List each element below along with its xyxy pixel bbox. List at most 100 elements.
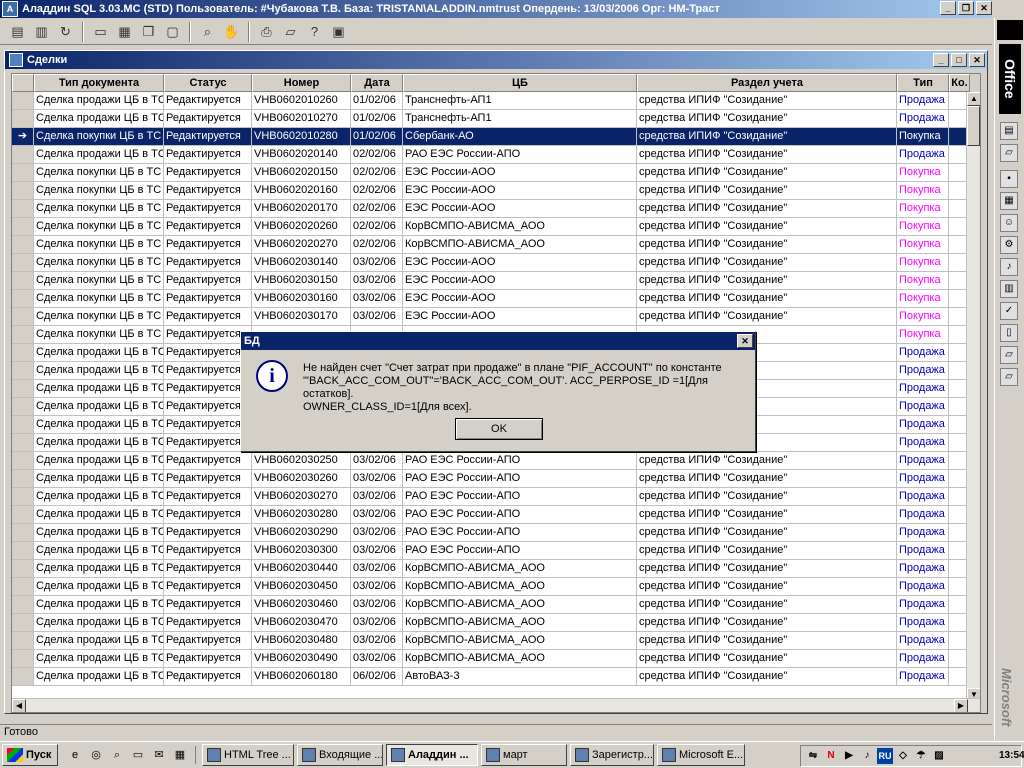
cell-kind[interactable]: Покупка: [897, 128, 949, 145]
cell-kind[interactable]: Покупка: [897, 182, 949, 199]
cell-status[interactable]: Редактируется: [164, 596, 252, 613]
column-header-doc-type[interactable]: Тип документа: [34, 74, 164, 92]
cell-date[interactable]: 02/02/06: [351, 218, 403, 235]
cell-doc-type[interactable]: Сделка продажи ЦБ в ТС: [34, 146, 164, 163]
cell-number[interactable]: VHB0602030290: [252, 524, 351, 541]
cell-account-section[interactable]: средства ИПИФ "Созидание": [637, 452, 897, 469]
table-row[interactable]: Сделка продажи ЦБ в ТС Редактируется VHB06…: [12, 470, 970, 488]
row-indicator[interactable]: [12, 542, 34, 559]
cell-date[interactable]: 03/02/06: [351, 470, 403, 487]
cell-doc-type[interactable]: Сделка покупки ЦБ в ТС: [34, 218, 164, 235]
cell-status[interactable]: Редактируется: [164, 110, 252, 127]
cell-security[interactable]: ЕЭС России-АОО: [403, 308, 637, 325]
cell-date[interactable]: 03/02/06: [351, 272, 403, 289]
cell-number[interactable]: VHB0602030280: [252, 506, 351, 523]
cell-security[interactable]: КорВСМПО-АВИСМА_АОО: [403, 650, 637, 667]
cell-doc-type[interactable]: Сделка продажи ЦБ в ТС: [34, 560, 164, 577]
cell-date[interactable]: 01/02/06: [351, 110, 403, 127]
cell-kind[interactable]: Продажа: [897, 650, 949, 667]
cell-status[interactable]: Редактируется: [164, 560, 252, 577]
cell-security[interactable]: КорВСМПО-АВИСМА_АОО: [403, 236, 637, 253]
cell-status[interactable]: Редактируется: [164, 290, 252, 307]
mdi-maximize-button[interactable]: □: [951, 53, 967, 67]
row-indicator[interactable]: [12, 92, 34, 109]
cell-date[interactable]: 03/02/06: [351, 254, 403, 271]
row-indicator[interactable]: ➔: [12, 128, 34, 145]
scroll-left-button[interactable]: ◀: [12, 699, 26, 712]
cell-security[interactable]: Сбербанк-АО: [403, 128, 637, 145]
table-row[interactable]: Сделка продажи ЦБ в ТС Редактируется VHB06…: [12, 488, 970, 506]
table-row[interactable]: Сделка покупки ЦБ в ТС Редактируется VHB06…: [12, 308, 970, 326]
cell-date[interactable]: 03/02/06: [351, 524, 403, 541]
cell-kind[interactable]: Покупка: [897, 164, 949, 181]
row-indicator[interactable]: [12, 614, 34, 631]
row-indicator[interactable]: [12, 290, 34, 307]
cell-number[interactable]: VHB0602030300: [252, 542, 351, 559]
cell-number[interactable]: VHB0602010270: [252, 110, 351, 127]
cell-status[interactable]: Редактируется: [164, 632, 252, 649]
cell-account-section[interactable]: средства ИПИФ "Созидание": [637, 146, 897, 163]
minimize-button[interactable]: _: [940, 1, 956, 15]
tray-app2-icon[interactable]: ☂: [913, 748, 929, 764]
cell-account-section[interactable]: средства ИПИФ "Созидание": [637, 578, 897, 595]
cell-account-section[interactable]: средства ИПИФ "Созидание": [637, 164, 897, 181]
desktop-icon[interactable]: ▭: [129, 746, 147, 764]
cell-kind[interactable]: Продажа: [897, 380, 949, 397]
cell-doc-type[interactable]: Сделка продажи ЦБ в ТС: [34, 362, 164, 379]
cell-security[interactable]: ЕЭС России-АОО: [403, 200, 637, 217]
deals-window-title-bar[interactable]: Сделки _ □ ✕: [5, 51, 987, 69]
cell-kind[interactable]: Продажа: [897, 560, 949, 577]
outlook-icon[interactable]: ◎: [87, 746, 105, 764]
office-folder2-icon[interactable]: ▱: [1000, 346, 1018, 364]
cell-date[interactable]: 03/02/06: [351, 488, 403, 505]
cell-date[interactable]: 03/02/06: [351, 596, 403, 613]
cell-number[interactable]: VHB0602020270: [252, 236, 351, 253]
table-row[interactable]: Сделка продажи ЦБ в ТС Редактируется VHB06…: [12, 632, 970, 650]
cascade-icon[interactable]: ❐: [137, 21, 160, 43]
cell-doc-type[interactable]: Сделка продажи ЦБ в ТС: [34, 650, 164, 667]
cell-status[interactable]: Редактируется: [164, 218, 252, 235]
calculator-icon[interactable]: ▣: [327, 21, 350, 43]
table-row[interactable]: Сделка покупки ЦБ в ТС Редактируется VHB06…: [12, 290, 970, 308]
row-indicator[interactable]: [12, 110, 34, 127]
cell-kind[interactable]: Продажа: [897, 416, 949, 433]
cell-security[interactable]: КорВСМПО-АВИСМА_АОО: [403, 560, 637, 577]
cell-doc-type[interactable]: Сделка продажи ЦБ в ТС: [34, 92, 164, 109]
search-icon[interactable]: ⌕: [108, 746, 126, 764]
cell-status[interactable]: Редактируется: [164, 578, 252, 595]
cell-status[interactable]: Редактируется: [164, 254, 252, 271]
cell-date[interactable]: 03/02/06: [351, 578, 403, 595]
table-row[interactable]: Сделка покупки ЦБ в ТС Редактируется VHB06…: [12, 164, 970, 182]
row-indicator[interactable]: [12, 632, 34, 649]
table-row[interactable]: Сделка продажи ЦБ в ТС Редактируется VHB06…: [12, 650, 970, 668]
row-indicator[interactable]: [12, 146, 34, 163]
row-indicator[interactable]: [12, 524, 34, 541]
cell-date[interactable]: 03/02/06: [351, 560, 403, 577]
column-header-indicator[interactable]: [12, 74, 34, 92]
cell-account-section[interactable]: средства ИПИФ "Созидание": [637, 560, 897, 577]
cell-security[interactable]: ЕЭС России-АОО: [403, 272, 637, 289]
cell-account-section[interactable]: средства ИПИФ "Созидание": [637, 236, 897, 253]
taskbar-button[interactable]: Зарегистр...: [570, 744, 654, 766]
cell-kind[interactable]: Покупка: [897, 326, 949, 343]
cell-security[interactable]: ЕЭС России-АОО: [403, 254, 637, 271]
cell-account-section[interactable]: средства ИПИФ "Созидание": [637, 92, 897, 109]
office-doc-icon[interactable]: ▤: [1000, 122, 1018, 140]
table-row[interactable]: Сделка продажи ЦБ в ТС Редактируется VHB06…: [12, 596, 970, 614]
cell-security[interactable]: КорВСМПО-АВИСМА_АОО: [403, 578, 637, 595]
column-header-date[interactable]: Дата: [351, 74, 403, 92]
cell-number[interactable]: VHB0602030460: [252, 596, 351, 613]
cell-account-section[interactable]: средства ИПИФ "Созидание": [637, 668, 897, 685]
ok-button[interactable]: OK: [455, 418, 543, 440]
cell-account-section[interactable]: средства ИПИФ "Созидание": [637, 524, 897, 541]
cell-date[interactable]: 03/02/06: [351, 290, 403, 307]
cell-number[interactable]: VHB0602030270: [252, 488, 351, 505]
calendar-icon[interactable]: ▦: [171, 746, 189, 764]
office-folder-icon[interactable]: ▱: [1000, 144, 1018, 162]
row-indicator[interactable]: [12, 668, 34, 685]
cell-kind[interactable]: Продажа: [897, 578, 949, 595]
office-console-icon[interactable]: ▪: [1000, 170, 1018, 188]
mail-icon[interactable]: ✉: [150, 746, 168, 764]
table-row[interactable]: Сделка продажи ЦБ в ТС Редактируется VHB06…: [12, 92, 970, 110]
cell-kind[interactable]: Продажа: [897, 146, 949, 163]
